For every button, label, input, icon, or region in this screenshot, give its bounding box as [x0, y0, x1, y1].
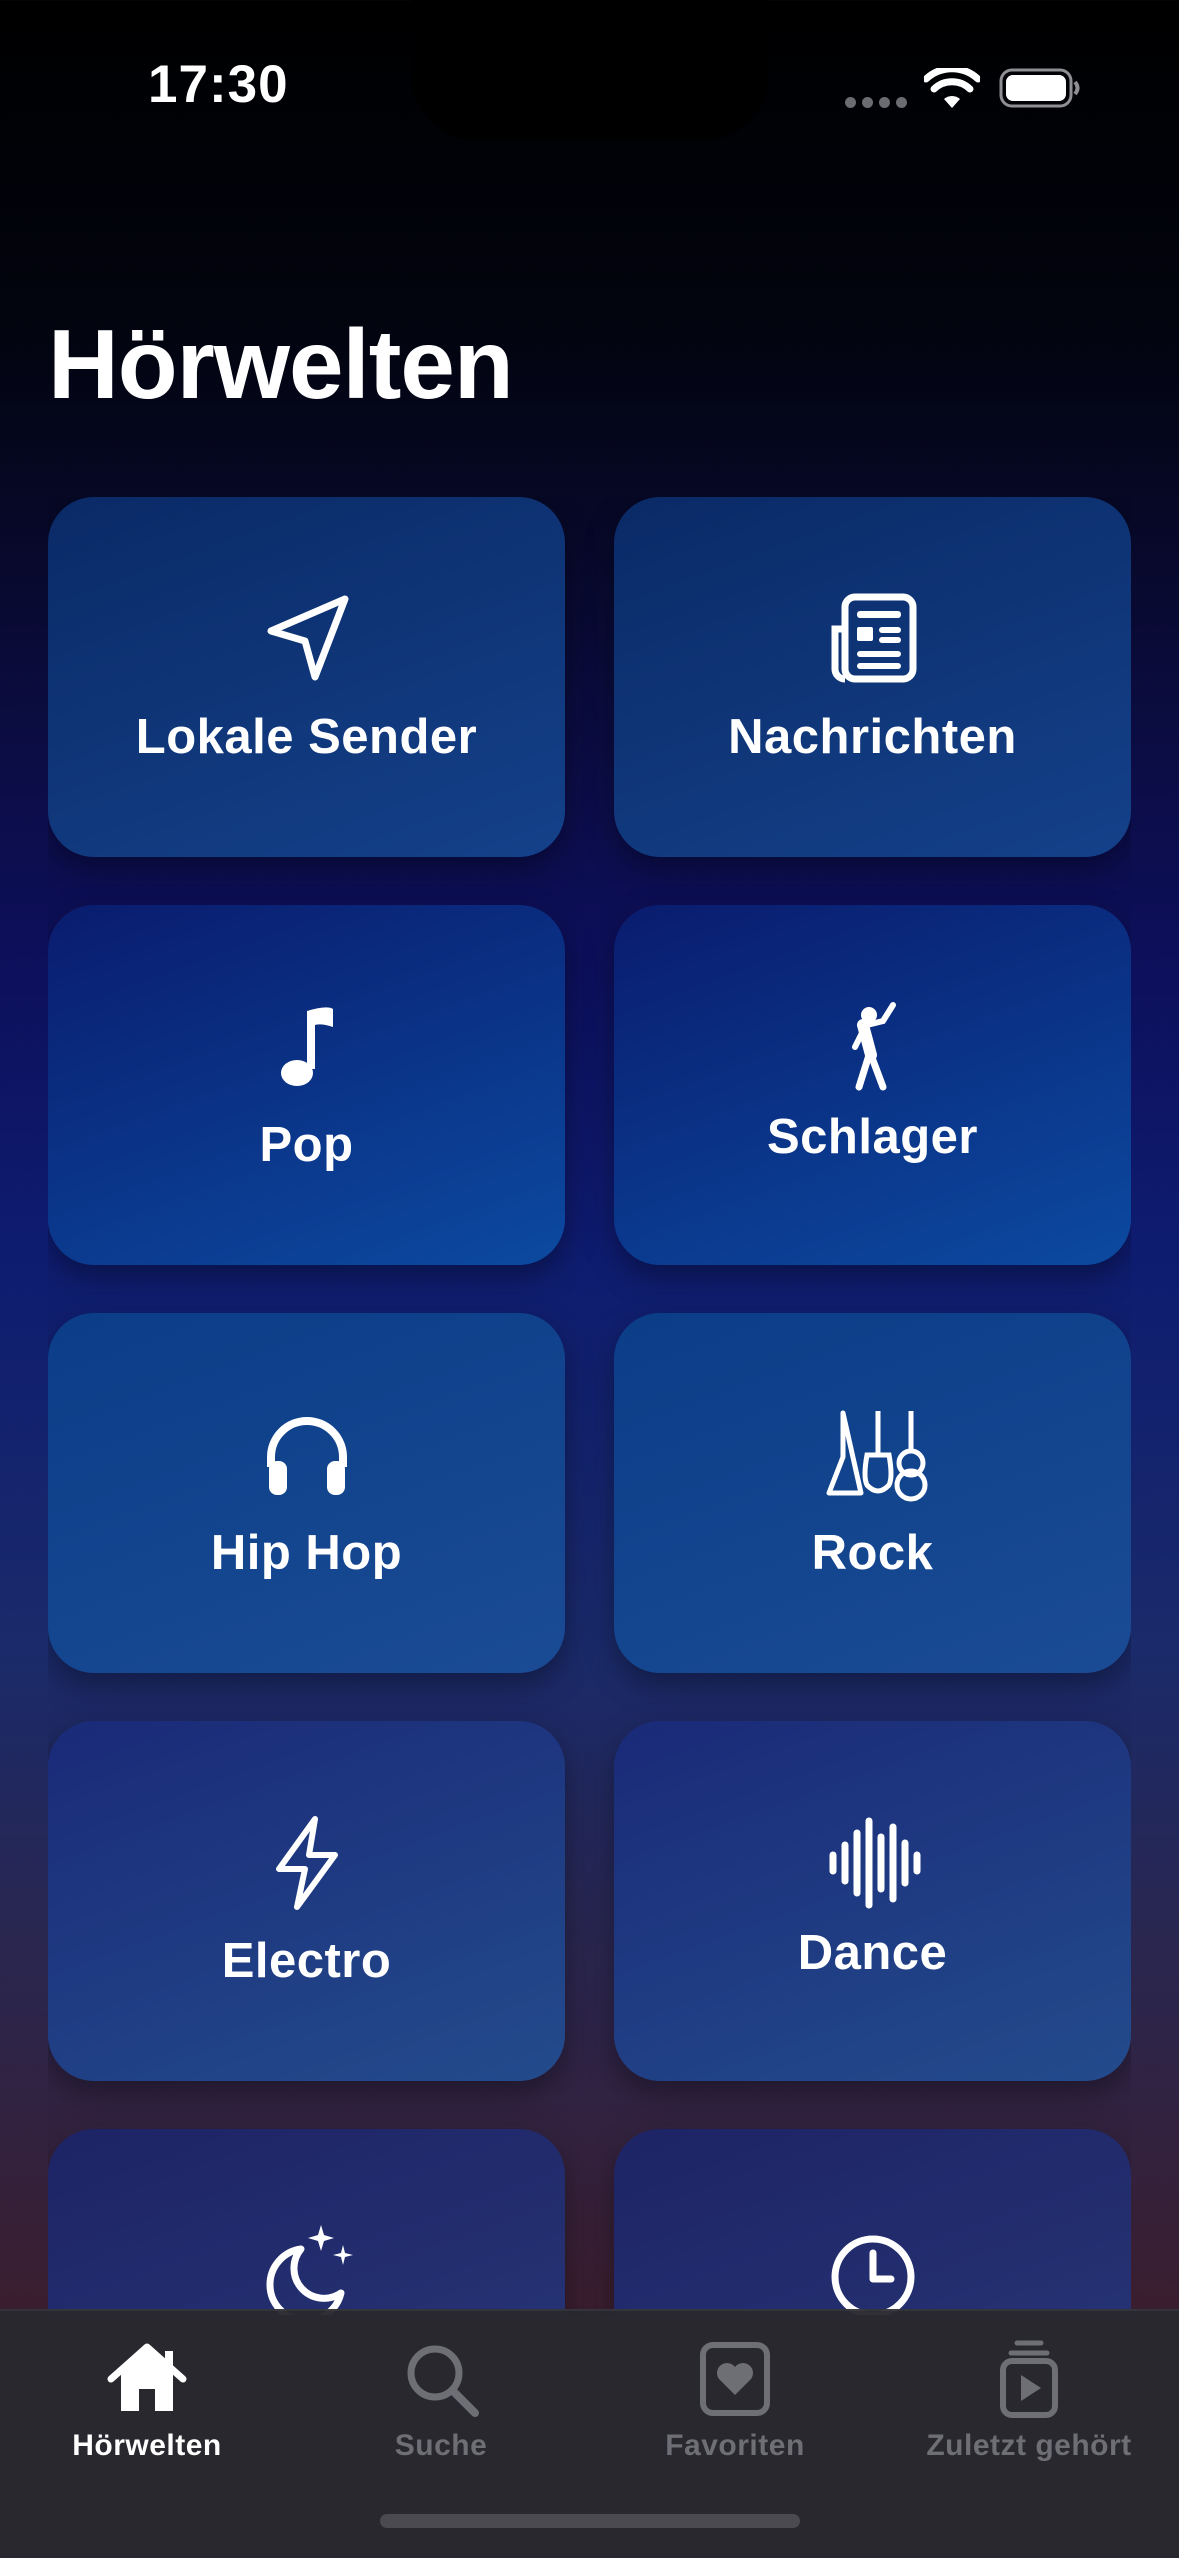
tab-suche[interactable]: Suche [294, 2325, 588, 2475]
tab-label: Suche [394, 2429, 488, 2462]
music-note-icon [257, 997, 357, 1097]
tab-zuletzt-gehoert[interactable]: Zuletzt gehört [882, 2325, 1176, 2475]
category-label: Electro [221, 1934, 392, 1988]
dynamic-island [412, 0, 768, 140]
guitars-icon [823, 1405, 927, 1505]
category-tile-chill[interactable] [48, 2129, 565, 2315]
category-label: Rock [811, 1526, 934, 1580]
home-indicator [380, 2514, 800, 2528]
battery-icon [999, 68, 1080, 108]
tab-label: Zuletzt gehört [926, 2429, 1132, 2462]
waveform-icon [823, 1813, 923, 1913]
tab-label: Hörwelten [72, 2429, 222, 2462]
category-tile-electro[interactable]: Electro [48, 1721, 565, 2081]
category-tile-dance[interactable]: Dance [614, 1721, 1131, 2081]
newspaper-icon [823, 589, 923, 689]
tab-label: Favoriten [665, 2429, 805, 2462]
headphones-icon [257, 1405, 357, 1505]
moon-stars-icon [257, 2221, 357, 2315]
tab-hoerwelten[interactable]: Hörwelten [0, 2325, 294, 2475]
clock-icon [823, 2221, 923, 2315]
lightning-bolt-icon [257, 1813, 357, 1913]
category-grid: Lokale Sender Nachrichten Pop Schlager H… [48, 497, 1131, 2315]
category-label: Schlager [767, 1110, 978, 1164]
tab-favoriten[interactable]: Favoriten [588, 2325, 882, 2475]
house-icon [105, 2337, 189, 2421]
category-label: Dance [797, 1926, 948, 1980]
status-bar: 17:30 [0, 0, 1179, 170]
category-tile-classics[interactable] [614, 2129, 1131, 2315]
category-label: Pop [259, 1118, 354, 1172]
category-label: Lokale Sender [135, 710, 478, 764]
category-tile-pop[interactable]: Pop [48, 905, 565, 1265]
category-label: Hip Hop [210, 1526, 403, 1580]
play-stack-icon [987, 2337, 1071, 2421]
page-title: Hörwelten [48, 309, 514, 419]
category-label: Nachrichten [728, 710, 1017, 764]
category-tile-schlager[interactable]: Schlager [614, 905, 1131, 1265]
wifi-icon [924, 68, 980, 108]
category-tile-rock[interactable]: Rock [614, 1313, 1131, 1673]
category-tile-nachrichten[interactable]: Nachrichten [614, 497, 1131, 857]
dancer-icon [823, 997, 923, 1097]
cellular-signal-icon [845, 97, 907, 108]
location-arrow-icon [257, 589, 357, 689]
category-tile-lokale-sender[interactable]: Lokale Sender [48, 497, 565, 857]
heart-square-icon [693, 2337, 777, 2421]
status-time: 17:30 [148, 55, 289, 114]
magnifier-icon [399, 2337, 483, 2421]
category-tile-hip-hop[interactable]: Hip Hop [48, 1313, 565, 1673]
